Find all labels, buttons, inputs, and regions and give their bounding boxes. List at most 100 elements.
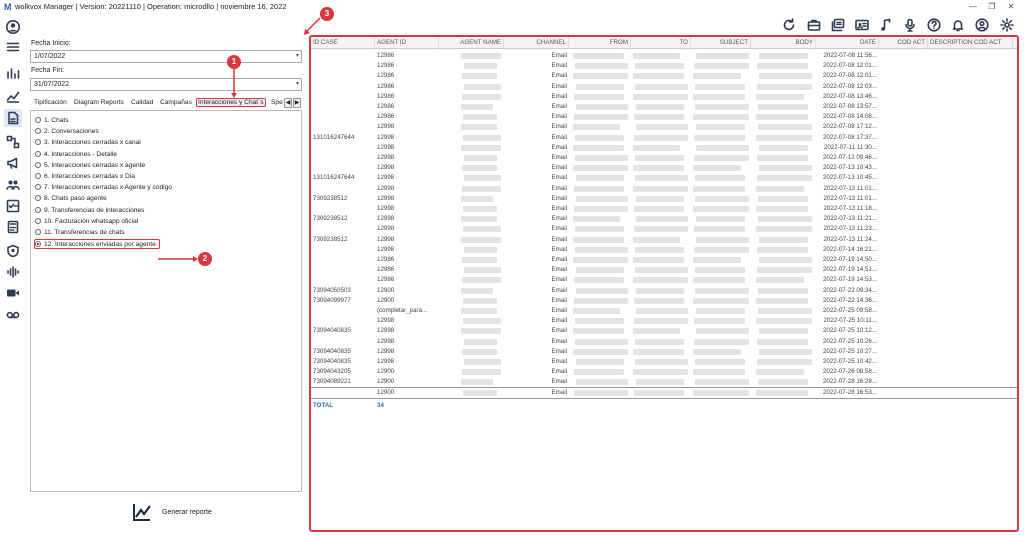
tab-tipificacion[interactable]: Tipificación: [34, 99, 67, 106]
table-row[interactable]: 7309238512 12998 Email 2022-07-13 11:21...: [311, 214, 1017, 224]
table-row[interactable]: 12986 Email 2022-07-08 12:03...: [311, 82, 1017, 92]
start-date-field[interactable]: 1/07/2022 ▾: [30, 50, 302, 63]
tab-interacciones-chats[interactable]: Interacciones y Chat´s: [196, 98, 266, 107]
table-row[interactable]: 12998 Email 2022-07-13 11:18...: [311, 204, 1017, 214]
table-row[interactable]: 12998 Email 2022-07-13 10:43...: [311, 163, 1017, 173]
table-row[interactable]: 12998 Email 2022-07-14 16:21...: [311, 245, 1017, 255]
close-button[interactable]: ✕: [1004, 0, 1018, 14]
radio-button[interactable]: [35, 217, 41, 224]
bar-chart-icon[interactable]: [4, 64, 22, 82]
column-header[interactable]: TO: [631, 37, 691, 49]
radio-button[interactable]: [35, 117, 41, 123]
bell-icon[interactable]: [949, 16, 967, 34]
report-option-8[interactable]: 8. Chats paso agente: [35, 194, 107, 204]
radio-button[interactable]: [35, 128, 41, 135]
table-row[interactable]: 12986 Email 2022-07-08 12:01...: [311, 61, 1017, 71]
table-row[interactable]: 73094099977 12900 Email 2022-07-22 14:36...: [311, 296, 1017, 306]
checklist-icon[interactable]: [4, 197, 22, 215]
report-option-11[interactable]: 11. Transferencias de chats: [35, 228, 125, 238]
video-icon[interactable]: [4, 284, 22, 302]
refresh-icon[interactable]: [780, 16, 798, 34]
radio-button[interactable]: [35, 139, 41, 146]
table-row[interactable]: 12986 Email 2022-07-08 14:08...: [311, 112, 1017, 122]
table-row[interactable]: 73094050503 12900 Email 2022-07-22 09:34...: [311, 286, 1017, 296]
table-row[interactable]: 12986 Email 2022-07-08 13:46...: [311, 92, 1017, 102]
table-row[interactable]: 73094043205 12900 Email 2022-07-26 08:58...: [311, 367, 1017, 377]
report-option-5[interactable]: 5. Interacciones cerradas x agente: [35, 161, 145, 171]
radio-button[interactable]: [35, 161, 41, 168]
table-row[interactable]: 12900 Email 2022-07-28 16:53...: [311, 386, 1017, 399]
account-icon[interactable]: [973, 16, 991, 34]
gallery-icon[interactable]: [829, 16, 847, 34]
tab-scroll-right-button[interactable]: ▶: [293, 98, 301, 108]
report-option-1[interactable]: 1. Chats: [35, 116, 69, 126]
table-row[interactable]: 12986 Email 2022-07-08 11:56...: [311, 51, 1017, 61]
user-icon[interactable]: [4, 18, 22, 36]
table-row[interactable]: 131016247644 12998 Email 2022-07-08 17:37..…: [311, 133, 1017, 143]
tab-scroll-left-button[interactable]: ◀: [284, 98, 292, 108]
column-header[interactable]: ID CASE: [311, 37, 375, 49]
report-option-4[interactable]: 4. Interacciones - Detalle: [35, 150, 117, 160]
radio-button[interactable]: [35, 150, 41, 157]
radio-button[interactable]: [35, 241, 41, 248]
column-header[interactable]: AGENT ID: [375, 37, 439, 49]
column-header[interactable]: SUBJECT: [691, 37, 751, 49]
settings-icon[interactable]: [998, 16, 1016, 34]
table-row[interactable]: 7309238512 12998 Email 2022-07-13 11:24...: [311, 235, 1017, 245]
tab-spe[interactable]: Spe: [271, 99, 283, 106]
column-header[interactable]: COD ACT: [879, 37, 928, 49]
report-option-12[interactable]: 12. Interacciones enviadas por agente: [34, 239, 160, 250]
report-option-2[interactable]: 2. Conversaciones: [35, 127, 99, 137]
music-icon[interactable]: [877, 16, 895, 34]
reports-icon[interactable]: [4, 109, 22, 127]
tab-campanas[interactable]: Campañas: [160, 99, 192, 106]
report-option-10[interactable]: 10. Facturación whatsapp oficial: [35, 217, 138, 227]
flow-icon[interactable]: [4, 133, 22, 151]
radio-button[interactable]: [35, 206, 41, 213]
table-row[interactable]: 12986 Email 2022-07-19 14:51...: [311, 265, 1017, 275]
voicemail-icon[interactable]: [4, 306, 22, 324]
radio-button[interactable]: [35, 173, 41, 179]
column-header[interactable]: AGENT NAME: [439, 37, 504, 49]
calculator-icon[interactable]: [4, 218, 22, 236]
radio-button[interactable]: [35, 184, 41, 191]
column-header[interactable]: BODY: [751, 37, 816, 49]
chevron-down-icon[interactable]: ▾: [296, 51, 299, 62]
table-row[interactable]: (completar_para... Email 2022-07-25 09:58.…: [311, 306, 1017, 316]
table-row[interactable]: 12998 Email 2022-07-12 09:46...: [311, 153, 1017, 163]
agents-icon[interactable]: [4, 176, 22, 194]
table-row[interactable]: 73094040835 12998 Email 2022-07-25 10:42...: [311, 357, 1017, 367]
table-row[interactable]: 73094089221 12900 Email 2022-07-28 16:28...: [311, 377, 1017, 387]
menu-icon[interactable]: [4, 38, 22, 56]
report-option-3[interactable]: 3. Interacciones cerradas x canal: [35, 138, 141, 148]
tab-calidad[interactable]: Calidad: [131, 99, 153, 106]
radio-button[interactable]: [35, 229, 41, 235]
minimize-button[interactable]: —: [966, 0, 980, 14]
end-date-field[interactable]: 31/07/2022 ▾: [30, 78, 302, 91]
table-row[interactable]: 12998 Email 2022-07-13 11:01...: [311, 184, 1017, 194]
table-row[interactable]: 12998 Email 2022-07-25 10:26...: [311, 337, 1017, 347]
shield-icon[interactable]: [4, 242, 22, 260]
radio-button[interactable]: [35, 195, 41, 202]
megaphone-icon[interactable]: [4, 154, 22, 172]
column-header[interactable]: FROM: [569, 37, 631, 49]
tab-diagram-reports[interactable]: Diagram Reports: [74, 99, 124, 106]
table-row[interactable]: 12986 Email 2022-07-19 14:53...: [311, 275, 1017, 285]
column-header[interactable]: CHANNEL: [504, 37, 569, 49]
help-icon[interactable]: [925, 16, 943, 34]
report-option-9[interactable]: 9. Transferencias de interacciones: [35, 206, 144, 216]
column-header[interactable]: DATE: [816, 37, 879, 49]
table-row[interactable]: 12998 Email 2022-07-11 11:30...: [311, 143, 1017, 153]
voice-icon[interactable]: [4, 263, 22, 281]
contact-card-icon[interactable]: [853, 16, 871, 34]
table-row[interactable]: 131016247644 12998 Email 2022-07-13 10:45..…: [311, 173, 1017, 183]
table-row[interactable]: 73094040835 12998 Email 2022-07-25 10:27...: [311, 347, 1017, 357]
trend-icon[interactable]: [4, 87, 22, 105]
table-row[interactable]: 12986 Email 2022-07-08 12:01...: [311, 71, 1017, 81]
table-row[interactable]: 73094040835 12998 Email 2022-07-25 10:12...: [311, 326, 1017, 336]
table-row[interactable]: 12998 Email 2022-07-08 17:12...: [311, 122, 1017, 132]
briefcase-icon[interactable]: [805, 16, 823, 34]
table-row[interactable]: 12998 Email 2022-07-13 11:23...: [311, 224, 1017, 234]
table-row[interactable]: 12986 Email 2022-07-19 14:50...: [311, 255, 1017, 265]
column-header[interactable]: DESCRIPTION COD ACT: [928, 37, 1013, 49]
